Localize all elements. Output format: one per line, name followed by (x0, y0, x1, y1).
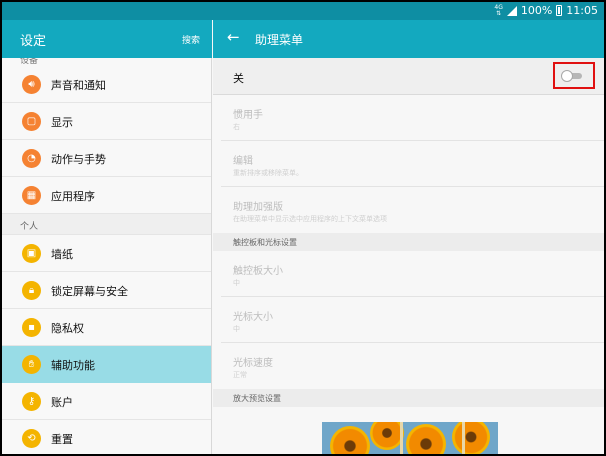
status-bar: 4G ⇅ 100% 11:05 (2, 2, 604, 20)
master-switch-label: 关 (233, 72, 244, 85)
clock: 11:05 (566, 4, 598, 17)
setting-cursor-size[interactable]: 光标大小 中 (221, 297, 604, 343)
menu-item-gestures[interactable]: ◔ 动作与手势 (2, 140, 211, 177)
master-toggle-switch[interactable] (561, 70, 583, 82)
section-header-touchpad: 触控板和光标设置 (213, 233, 604, 251)
gesture-icon: ◔ (22, 149, 41, 168)
menu-item-sound[interactable]: 🔊︎ 声音和通知 (2, 66, 211, 103)
privacy-icon: ▪ (22, 318, 41, 337)
battery-icon (556, 5, 563, 16)
detail-title: 助理菜单 (255, 33, 304, 47)
menu-item-apps[interactable]: ▦ 应用程序 (2, 177, 211, 214)
setting-edit[interactable]: 编辑 重新排序或移除菜单。 (221, 141, 604, 187)
settings-menu: 设备 🔊︎ 声音和通知 ▢ 显示 ◔ 动作与手势 ▦ 应用程序 个人 ▣ 墙纸 … (2, 58, 212, 454)
detail-header: ← 助理菜单 (213, 20, 604, 58)
lock-icon: 🔒︎ (22, 281, 41, 300)
section-header-zoom-preview: 放大预览设置 (213, 389, 604, 407)
search-button[interactable]: 搜索 (182, 33, 200, 46)
reset-icon: ⟲ (22, 429, 41, 448)
apps-icon: ▦ (22, 186, 41, 205)
signal-icon (506, 5, 517, 16)
volume-icon: 🔊︎ (22, 75, 41, 94)
display-icon: ▢ (22, 112, 41, 131)
settings-title: 设定 (20, 34, 47, 49)
section-header-device: 设备 (20, 58, 39, 66)
master-switch-row[interactable]: 关 (213, 58, 604, 95)
assistant-menu-pane: 关 惯用手 右 编辑 重新排序或移除菜单。 助理加强版 在助理菜单中显示选中应用… (213, 58, 604, 454)
screen: 4G ⇅ 100% 11:05 设定 搜索 ← 助理菜单 设备 🔊︎ 声音和通知… (2, 2, 604, 454)
battery-percent: 100% (520, 4, 553, 17)
setting-touchpad-size[interactable]: 触控板大小 中 (221, 251, 604, 297)
menu-item-display[interactable]: ▢ 显示 (2, 103, 211, 140)
setting-cursor-speed[interactable]: 光标速度 正常 (221, 343, 604, 389)
setting-assistant-plus[interactable]: 助理加强版 在助理菜单中显示选中应用程序的上下文菜单选项 (221, 187, 604, 233)
menu-item-accessibility[interactable]: ✋︎ 辅助功能 (2, 346, 211, 383)
settings-header: 设定 搜索 (2, 20, 212, 58)
accessibility-hand-icon: ✋︎ (22, 355, 41, 374)
menu-item-privacy[interactable]: ▪ 隐私权 (2, 309, 211, 346)
zoom-preview-image (322, 422, 498, 454)
back-arrow-icon[interactable]: ← (227, 28, 240, 46)
network-indicator: 4G ⇅ (494, 3, 503, 17)
menu-item-wallpaper[interactable]: ▣ 墙纸 (2, 235, 211, 272)
key-icon: ⚷ (22, 392, 41, 411)
menu-item-lock-screen[interactable]: 🔒︎ 锁定屏幕与安全 (2, 272, 211, 309)
section-header-personal: 个人 (2, 214, 211, 235)
menu-item-reset[interactable]: ⟲ 重置 (2, 420, 211, 454)
setting-dominant-hand[interactable]: 惯用手 右 (221, 95, 604, 141)
wallpaper-icon: ▣ (22, 244, 41, 263)
menu-item-accounts[interactable]: ⚷ 账户 (2, 383, 211, 420)
